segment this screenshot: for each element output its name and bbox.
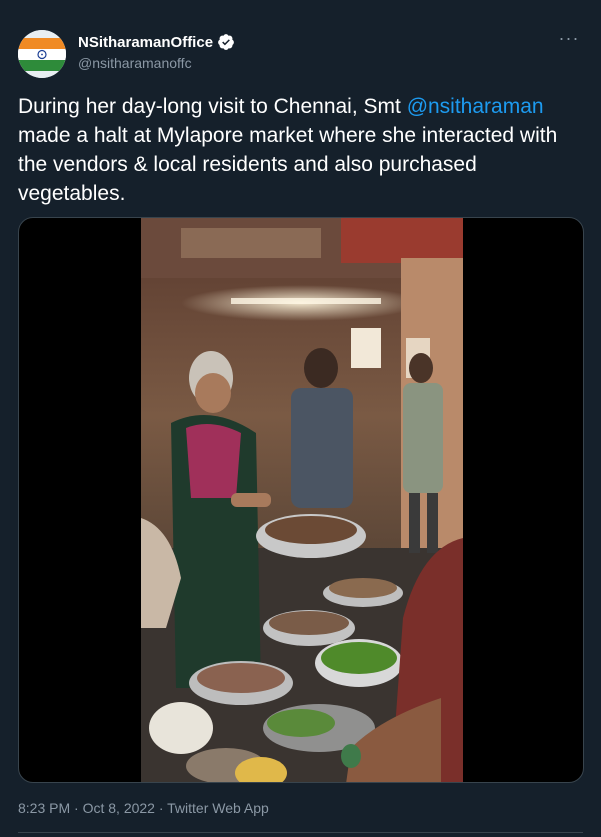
avatar[interactable] [18,30,66,78]
verified-badge-icon [217,33,235,51]
author-display-name[interactable]: NSitharamanOffice [78,34,213,51]
tweet-timestamp[interactable]: 8:23 PM · Oct 8, 2022 · Twitter Web App [18,800,269,816]
more-options-icon[interactable]: ··· [557,29,581,51]
india-flag-icon [18,30,66,78]
tweet-text-part: made a halt at Mylapore market where she… [18,124,558,205]
author-name-row[interactable]: NSitharamanOffice [78,33,235,51]
author-handle[interactable]: @nsitharamanoffc [78,55,192,71]
tweet-text: During her day-long visit to Chennai, Sm… [18,92,583,208]
divider [18,832,583,833]
video-frame[interactable] [141,218,463,782]
tweet-video[interactable] [18,217,584,783]
market-scene-image [141,218,463,782]
tweet-text-part: During her day-long visit to Chennai, Sm… [18,95,407,118]
tweet-card: NSitharamanOffice @nsitharamanoffc ··· D… [0,0,601,837]
mention-link[interactable]: @nsitharaman [407,95,544,118]
